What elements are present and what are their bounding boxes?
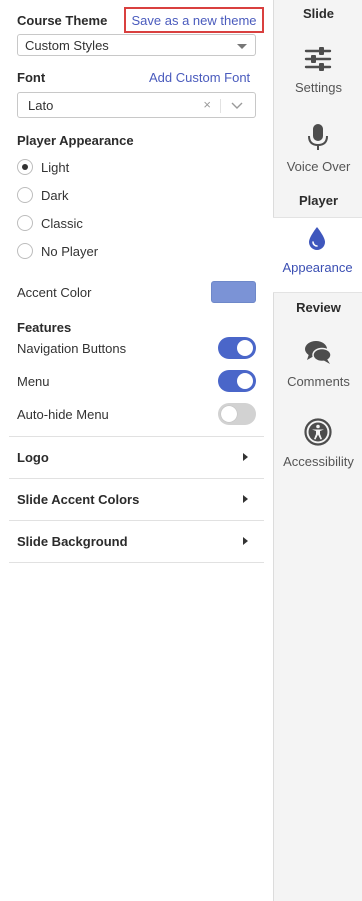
course-theme-value: Custom Styles xyxy=(25,37,109,53)
rail-group-player: Player xyxy=(298,193,339,208)
rail-item-accessibility[interactable]: Accessibility xyxy=(274,412,362,488)
auto-hide-menu-label: Auto-hide Menu xyxy=(17,407,109,422)
add-custom-font-link[interactable]: Add Custom Font xyxy=(149,70,250,85)
radio-label: Dark xyxy=(41,187,69,203)
rail-item-settings[interactable]: Settings xyxy=(274,38,362,114)
rail-item-appearance[interactable]: Appearance xyxy=(273,217,362,293)
navigation-buttons-label: Navigation Buttons xyxy=(17,341,127,356)
features-label: Features xyxy=(17,320,72,335)
accent-color-label: Accent Color xyxy=(17,285,92,300)
slide-accent-colors-section[interactable]: Slide Accent Colors xyxy=(9,479,264,519)
course-theme-select[interactable]: Custom Styles xyxy=(17,34,256,56)
caret-right-icon xyxy=(243,495,248,503)
rail-item-label: Voice Over xyxy=(286,159,351,174)
logo-section[interactable]: Logo xyxy=(9,437,264,477)
slide-background-section[interactable]: Slide Background xyxy=(9,521,264,561)
caret-down-icon xyxy=(237,44,247,49)
auto-hide-menu-toggle[interactable] xyxy=(218,403,256,425)
radio-label: Light xyxy=(41,159,70,175)
rail-group-slide: Slide xyxy=(302,6,335,21)
player-appearance-label: Player Appearance xyxy=(17,133,134,148)
rail-item-comments[interactable]: Comments xyxy=(274,332,362,408)
toggle-knob xyxy=(221,406,237,422)
navigation-rail: Slide Settings Voice Over Player Appeara… xyxy=(273,0,362,901)
section-title: Logo xyxy=(17,450,49,465)
menu-toggle[interactable] xyxy=(218,370,256,392)
rail-item-label: Settings xyxy=(295,80,342,95)
clear-icon[interactable]: × xyxy=(203,97,211,112)
section-title: Slide Accent Colors xyxy=(17,492,140,507)
chat-bubbles-icon xyxy=(304,338,332,366)
font-value: Lato xyxy=(28,97,54,113)
font-label: Font xyxy=(17,70,46,85)
accent-color-swatch[interactable] xyxy=(211,281,256,303)
radio-circle xyxy=(17,243,33,259)
caret-right-icon xyxy=(243,537,248,545)
save-as-new-theme-link[interactable]: Save as a new theme xyxy=(124,7,264,33)
rail-item-label: Accessibility xyxy=(283,454,354,469)
radio-dark[interactable]: Dark xyxy=(17,187,68,203)
sliders-icon xyxy=(304,44,332,72)
menu-label: Menu xyxy=(17,374,50,389)
radio-classic[interactable]: Classic xyxy=(17,215,83,231)
radio-light[interactable]: Light xyxy=(17,159,69,175)
navigation-buttons-toggle[interactable] xyxy=(218,337,256,359)
rail-item-voice-over[interactable]: Voice Over xyxy=(274,117,362,193)
chevron-down-icon xyxy=(231,99,243,114)
radio-circle xyxy=(17,187,33,203)
font-select[interactable]: Lato × xyxy=(17,92,256,118)
droplet-icon xyxy=(303,224,331,252)
radio-label: No Player xyxy=(41,243,99,259)
rail-item-label: Comments xyxy=(287,374,350,389)
select-separator xyxy=(220,99,221,113)
radio-selected-dot xyxy=(22,164,28,170)
rail-item-label: Appearance xyxy=(282,260,353,275)
radio-label: Classic xyxy=(41,215,83,231)
course-theme-label: Course Theme xyxy=(17,13,108,28)
radio-no-player[interactable]: No Player xyxy=(17,243,98,259)
accessibility-person-icon xyxy=(304,418,332,446)
divider xyxy=(9,562,264,563)
radio-circle xyxy=(17,159,33,175)
rail-group-review: Review xyxy=(296,300,341,315)
microphone-icon xyxy=(304,123,332,151)
section-title: Slide Background xyxy=(17,534,128,549)
toggle-knob xyxy=(237,340,253,356)
settings-panel: Course Theme Save as a new theme Custom … xyxy=(0,0,273,901)
toggle-knob xyxy=(237,373,253,389)
caret-right-icon xyxy=(243,453,248,461)
radio-circle xyxy=(17,215,33,231)
